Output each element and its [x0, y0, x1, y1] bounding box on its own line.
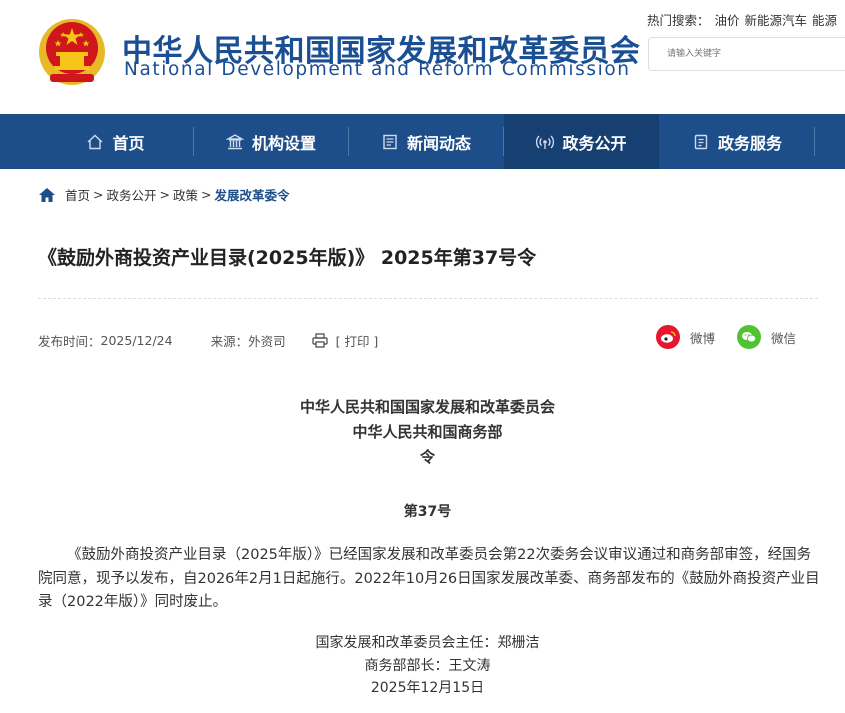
service-icon [694, 134, 708, 149]
share-wechat-label: 微信 [771, 330, 797, 346]
breadcrumb: 首页 > 政务公开 > 政策 > 发展改革委令 [38, 185, 290, 204]
publish-date: 2025/12/24 [100, 333, 173, 348]
breadcrumb-policy[interactable]: 政策 [173, 185, 198, 204]
signature-date: 2025年12月15日 [370, 680, 485, 696]
nav-item-services[interactable]: 政务服务 [660, 114, 814, 169]
nav-label-news: 新闻动态 [406, 133, 471, 153]
nav-item-home[interactable]: 首页 [38, 114, 193, 169]
breadcrumb-gov-affairs[interactable]: 政务公开 [107, 185, 157, 204]
broadcast-icon [536, 135, 555, 149]
print-label: [ 打印 ] [335, 334, 379, 349]
national-emblem-icon[interactable] [38, 14, 106, 86]
hot-keyword-energy[interactable]: 能源 [812, 13, 837, 28]
signature-ndrc: 国家发展和改革委员会主任：郑栅洁 [315, 635, 540, 651]
hot-keyword-nev[interactable]: 新能源汽车 [745, 13, 808, 28]
institution-icon [225, 133, 244, 149]
search-input[interactable] [648, 37, 845, 71]
article-meta: 发布时间： 2025/12/24 来源： 外资司 [ 打印 ] [38, 331, 378, 350]
title-divider [38, 298, 818, 299]
nav-label-home: 首页 [112, 133, 145, 153]
nav-label-gov-affairs: 政务公开 [562, 133, 627, 153]
article-paragraph: 《鼓励外商投资产业目录（2025年版）》已经国家发展和改革委员会第22次委务会议… [38, 547, 820, 610]
publish-label: 发布时间： [38, 334, 101, 349]
source-value: 外资司 [248, 334, 286, 349]
document-number: 第37号 [403, 504, 452, 520]
hot-keyword-oil-price[interactable]: 油价 [715, 13, 740, 28]
issuer-mofcom: 中华人民共和国商务部 [352, 423, 503, 441]
breadcrumb-current[interactable]: 发展改革委令 [215, 185, 290, 204]
wechat-icon [737, 325, 761, 349]
share-wechat-button[interactable]: 微信 [737, 325, 796, 349]
breadcrumb-home[interactable]: 首页 [65, 185, 90, 204]
share-weibo-button[interactable]: 微博 [656, 325, 715, 349]
article-title: 《鼓励外商投资产业目录(2025年版)》 2025年第37号令 [38, 247, 537, 269]
hot-search-label: 热门搜索： [647, 13, 710, 28]
hot-search: 热门搜索： 油价 新能源汽车 能源 [647, 10, 842, 29]
print-button[interactable]: [ 打印 ] [311, 331, 379, 350]
site-header: 中华人民共和国国家发展和改革委员会 National Development a… [0, 0, 845, 114]
home-icon [88, 134, 103, 149]
document-type: 令 [419, 448, 435, 466]
share-weibo-label: 微博 [690, 330, 716, 346]
weibo-icon [656, 325, 680, 349]
printer-icon [311, 333, 328, 348]
nav-item-news[interactable]: 新闻动态 [349, 114, 503, 169]
main-nav: 首页 机构设置 新闻动态 政务公开 政务服务 [0, 114, 845, 169]
issuer-ndrc: 中华人民共和国国家发展和改革委员会 [299, 398, 555, 416]
site-name-en: National Development and Reform Commissi… [124, 59, 631, 80]
nav-divider [814, 127, 815, 156]
nav-label-institutions: 机构设置 [251, 133, 316, 153]
signature-mofcom: 商务部部长：王文涛 [364, 658, 491, 674]
source-label: 来源： [210, 334, 249, 349]
news-icon [383, 134, 397, 149]
nav-item-institutions[interactable]: 机构设置 [194, 114, 348, 169]
nav-item-gov-affairs[interactable]: 政务公开 [504, 114, 659, 169]
home-icon[interactable] [38, 187, 56, 203]
nav-label-services: 政务服务 [717, 133, 782, 153]
